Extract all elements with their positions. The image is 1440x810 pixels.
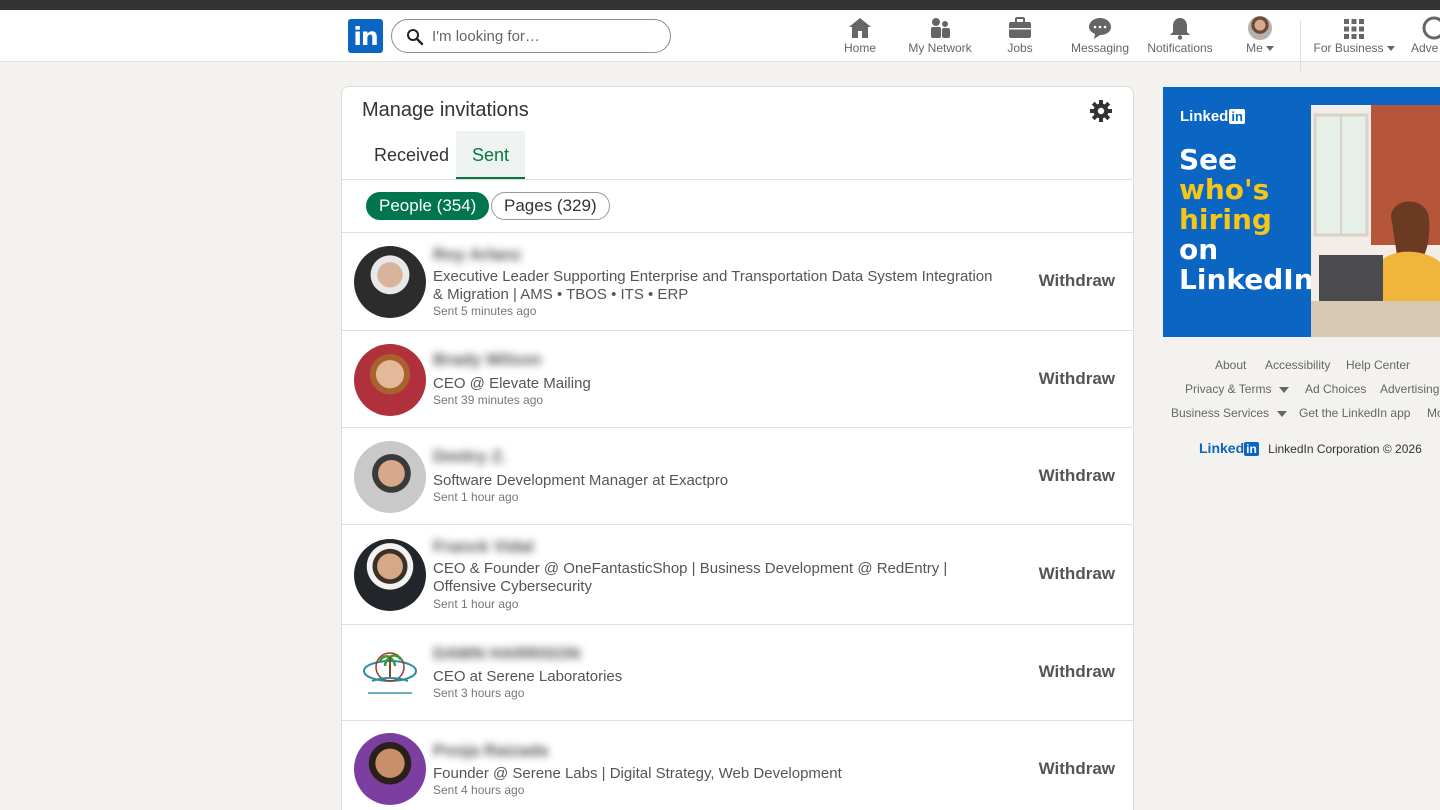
footer-link-get-app[interactable]: Get the LinkedIn app — [1299, 406, 1410, 420]
gear-icon[interactable] — [1089, 99, 1113, 123]
nav-me-label: Me — [1238, 41, 1282, 55]
list-item: Pooja Raizada Founder @ Serene Labs | Di… — [342, 721, 1133, 810]
invitee-name: DAWN HARRISON — [433, 644, 581, 663]
invitee-name: Roy Arlanz — [433, 245, 522, 264]
search-input[interactable] — [432, 25, 657, 47]
ad-photo — [1311, 105, 1440, 337]
sent-time: Sent 1 hour ago — [433, 597, 519, 611]
nav-for-business-label: For Business — [1310, 41, 1398, 55]
nav-advertise-label: Adve — [1411, 41, 1439, 55]
advertise-icon — [1422, 16, 1440, 40]
invitee-headline: Software Development Manager at Exactpro — [433, 472, 729, 489]
bell-icon — [1170, 18, 1190, 40]
ad-linkedin-logo: Linked in — [1180, 108, 1245, 125]
withdraw-button[interactable]: Withdraw — [1039, 271, 1115, 291]
list-item: Roy Arlanz Executive Leader Supporting E… — [342, 233, 1133, 331]
footer-link-ad-choices[interactable]: Ad Choices — [1305, 382, 1366, 396]
briefcase-icon — [1009, 17, 1031, 38]
sent-time: Sent 4 hours ago — [433, 783, 525, 797]
nav-divider — [1300, 20, 1301, 72]
home-icon — [849, 18, 871, 38]
invitation-tabs: Received Sent — [342, 131, 1133, 180]
nav-advertise[interactable]: Adve — [1408, 16, 1440, 58]
sent-time: Sent 1 hour ago — [433, 490, 519, 504]
avatar — [1248, 16, 1272, 40]
linkedin-logo[interactable]: in — [348, 19, 383, 53]
invitee-name: Franck Vidal — [433, 537, 534, 556]
footer-linkedin-logo: Linked in — [1199, 440, 1259, 456]
nav-jobs[interactable]: Jobs — [1000, 16, 1040, 58]
ad-headline: See who's hiring on LinkedIn — [1179, 143, 1314, 296]
chevron-down-icon — [1386, 46, 1395, 52]
invitee-name: Pooja Raizada — [433, 741, 549, 760]
footer-link-business-services[interactable]: Business Services — [1171, 406, 1288, 420]
nav-messaging[interactable]: Messaging — [1068, 16, 1132, 58]
avatar — [354, 733, 426, 805]
footer-link-advertising[interactable]: Advertising — [1380, 382, 1439, 396]
invitee-headline: Founder @ Serene Labs | Digital Strategy… — [433, 765, 842, 782]
avatar — [354, 344, 426, 416]
avatar — [354, 441, 426, 513]
network-icon — [931, 18, 950, 38]
invitee-headline: CEO & Founder @ OneFantasticShop | Busin… — [433, 560, 948, 595]
withdraw-button[interactable]: Withdraw — [1039, 369, 1115, 389]
sent-time: Sent 3 hours ago — [433, 686, 525, 700]
tab-received[interactable]: Received — [358, 131, 465, 179]
nav-me[interactable]: Me — [1238, 16, 1282, 58]
chevron-down-icon — [1279, 386, 1290, 393]
filter-pills: People (354) Pages (329) — [342, 180, 1133, 233]
tab-sent[interactable]: Sent — [456, 131, 526, 179]
nav-home[interactable]: Home — [840, 16, 880, 58]
invitee-headline: CEO at Serene Laboratories — [433, 668, 623, 685]
list-item: DAWN HARRISON CEO at Serene Laboratories… — [342, 625, 1133, 721]
list-item: Dmitry Z. Software Development Manager a… — [342, 428, 1133, 525]
invitee-headline: CEO @ Elevate Mailing — [433, 375, 591, 392]
chevron-down-icon — [1265, 46, 1274, 52]
browser-top-strip — [0, 0, 1440, 10]
footer-link-more[interactable]: Mo — [1427, 406, 1440, 420]
avatar — [354, 246, 426, 318]
footer-link-help-center[interactable]: Help Center — [1346, 358, 1410, 372]
filter-people-pill[interactable]: People (354) — [366, 192, 490, 220]
ad-banner[interactable]: Linked in See who's hiring on LinkedIn — [1163, 87, 1440, 337]
manage-invitations-card: Manage invitations Received Sent People … — [341, 86, 1134, 810]
search-icon — [407, 29, 424, 46]
sent-time: Sent 5 minutes ago — [433, 304, 537, 318]
withdraw-button[interactable]: Withdraw — [1039, 466, 1115, 486]
footer-link-privacy-terms[interactable]: Privacy & Terms — [1185, 382, 1290, 396]
avatar — [354, 539, 426, 611]
nav-my-network[interactable]: My Network — [903, 16, 977, 58]
nav-notifications[interactable]: Notifications — [1143, 16, 1217, 58]
footer-link-accessibility[interactable]: Accessibility — [1265, 358, 1330, 372]
serene-laboratories-logo — [354, 637, 426, 709]
invitee-headline: Executive Leader Supporting Enterprise a… — [433, 268, 993, 303]
footer-copyright: Linked in LinkedIn Corporation © 2026 — [1199, 440, 1422, 456]
withdraw-button[interactable]: Withdraw — [1039, 564, 1115, 584]
invitee-name: Brady Wilson — [433, 350, 542, 369]
nav-for-business[interactable]: For Business — [1310, 18, 1398, 60]
grid-icon — [1344, 19, 1364, 39]
filter-pages-pill[interactable]: Pages (329) — [491, 192, 610, 220]
footer-link-about[interactable]: About — [1215, 358, 1246, 372]
withdraw-button[interactable]: Withdraw — [1039, 662, 1115, 682]
nav-my-network-label: My Network — [908, 41, 972, 55]
invitee-name: Dmitry Z. — [433, 447, 507, 466]
nav-notifications-label: Notifications — [1147, 41, 1213, 55]
nav-messaging-label: Messaging — [1070, 41, 1130, 55]
search-box[interactable] — [391, 19, 671, 53]
chat-icon — [1089, 18, 1111, 39]
nav-jobs-label: Jobs — [1007, 41, 1033, 55]
list-item: Brady Wilson CEO @ Elevate Mailing Sent … — [342, 331, 1133, 428]
withdraw-button[interactable]: Withdraw — [1039, 759, 1115, 779]
nav-home-label: Home — [843, 41, 876, 55]
page-title: Manage invitations — [362, 99, 529, 121]
list-item: Franck Vidal CEO & Founder @ OneFantasti… — [342, 525, 1133, 625]
sent-time: Sent 39 minutes ago — [433, 393, 544, 407]
global-nav: in Home My Network Jobs Messaging Notifi… — [0, 10, 1440, 72]
copyright-text: LinkedIn Corporation © 2026 — [1268, 442, 1422, 456]
chevron-down-icon — [1277, 410, 1288, 417]
